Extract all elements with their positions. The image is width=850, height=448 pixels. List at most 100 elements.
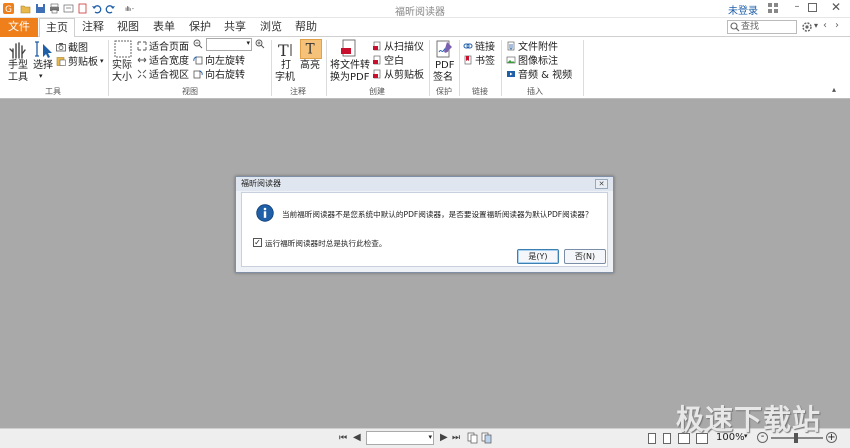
tab-protect[interactable]: 保护 bbox=[184, 18, 216, 37]
fit-page-icon bbox=[137, 41, 147, 50]
new-doc-icon[interactable] bbox=[77, 3, 88, 14]
page-dropdown-icon[interactable]: ▾ bbox=[428, 433, 432, 441]
always-check-checkbox[interactable]: ✓ bbox=[253, 238, 262, 247]
dialog-close-button[interactable]: ✕ bbox=[595, 179, 608, 189]
nav-right-icon[interactable]: › bbox=[835, 20, 839, 31]
bookmark-button[interactable]: 书签 bbox=[463, 53, 495, 67]
yes-button[interactable]: 是(Y) bbox=[517, 249, 559, 264]
save-icon[interactable] bbox=[35, 3, 46, 14]
single-page-icon[interactable] bbox=[648, 433, 656, 444]
from-clipboard-button[interactable]: 从剪贴板 bbox=[372, 67, 424, 81]
no-button[interactable]: 否(N) bbox=[564, 249, 606, 264]
redo-icon[interactable] bbox=[105, 3, 116, 14]
fit-width-icon bbox=[137, 57, 147, 62]
actual-size-icon[interactable] bbox=[112, 39, 134, 59]
blank-page-icon bbox=[373, 55, 381, 64]
convert-to-pdf-label[interactable]: 将文件转 bbox=[330, 60, 370, 72]
pdf-sign-icon[interactable] bbox=[433, 39, 455, 59]
tab-file[interactable]: 文件 bbox=[0, 18, 38, 37]
search-input[interactable]: 查找 bbox=[741, 21, 759, 33]
fit-width-button[interactable]: 适合宽度 bbox=[137, 53, 189, 67]
highlight-icon[interactable]: T bbox=[300, 39, 322, 59]
chevron-down-icon[interactable]: ▾ bbox=[814, 21, 818, 30]
link-icon bbox=[463, 43, 473, 48]
fit-page-label: 适合页面 bbox=[149, 42, 189, 53]
screenshot-button[interactable]: 截图 bbox=[56, 40, 88, 54]
group-label-protect: 保护 bbox=[436, 87, 452, 96]
typewriter-icon[interactable]: T bbox=[275, 40, 297, 60]
always-check-label[interactable]: 运行福昕阅读器时总是执行此检查。 bbox=[265, 238, 387, 249]
group-label-create: 创建 bbox=[369, 87, 385, 96]
fit-visible-button[interactable]: 适合视区 bbox=[137, 67, 189, 81]
link-button[interactable]: 链接 bbox=[463, 39, 495, 53]
pdf-sign-label[interactable]: PDF bbox=[435, 60, 454, 72]
tab-browse[interactable]: 浏览 bbox=[255, 18, 287, 37]
typewriter-label-2[interactable]: 字机 bbox=[275, 72, 295, 84]
continuous-page-icon[interactable] bbox=[663, 433, 671, 444]
tab-home[interactable]: 主页 bbox=[39, 18, 75, 38]
audio-video-button[interactable]: 音频 & 视频 bbox=[506, 67, 572, 81]
tab-comment[interactable]: 注释 bbox=[77, 18, 109, 37]
zoom-in-button[interactable]: + bbox=[826, 432, 837, 443]
zoom-select[interactable]: ▾ bbox=[206, 38, 252, 51]
zoom-in-icon[interactable] bbox=[255, 39, 265, 49]
select-dropdown-icon[interactable]: ▾ bbox=[39, 70, 43, 82]
from-scanner-button[interactable]: 从扫描仪 bbox=[372, 39, 424, 53]
tab-share[interactable]: 共享 bbox=[219, 18, 251, 37]
undo-icon[interactable] bbox=[91, 3, 102, 14]
first-page-icon[interactable]: ⏮ bbox=[339, 433, 347, 443]
hand-dropdown-icon[interactable] bbox=[121, 3, 137, 14]
clipboard-icon bbox=[56, 56, 66, 66]
page-number-input[interactable]: ▾ bbox=[366, 431, 434, 445]
image-annotation-button[interactable]: 图像标注 bbox=[506, 53, 558, 67]
search-box[interactable]: 查找 bbox=[727, 20, 797, 34]
highlight-label[interactable]: 高亮 bbox=[300, 60, 320, 72]
ribbon-collapse-icon[interactable]: ▴ bbox=[832, 85, 836, 94]
hand-tool-label-2[interactable]: 工具 bbox=[8, 72, 28, 84]
tab-help[interactable]: 帮助 bbox=[290, 18, 322, 37]
maximize-button[interactable] bbox=[808, 3, 817, 12]
clipboard-dropdown-icon[interactable]: ▾ bbox=[100, 57, 104, 65]
fit-page-button[interactable]: 适合页面 bbox=[137, 39, 189, 53]
hand-tool-icon[interactable] bbox=[7, 40, 29, 60]
rotate-right-label: 向右旋转 bbox=[205, 70, 245, 81]
prev-page-icon[interactable]: ◀ bbox=[353, 432, 361, 443]
actual-size-label[interactable]: 实际 bbox=[112, 60, 132, 72]
nav-left-icon[interactable]: ‹ bbox=[823, 20, 827, 31]
layout-icon[interactable] bbox=[768, 3, 778, 13]
fit-visible-label: 适合视区 bbox=[149, 70, 189, 81]
convert-to-pdf-label-2[interactable]: 换为PDF bbox=[330, 72, 369, 84]
minimize-button[interactable]: – bbox=[790, 1, 804, 15]
blank-button[interactable]: 空白 bbox=[372, 53, 404, 67]
settings-icon[interactable] bbox=[801, 21, 813, 33]
rotate-right-button[interactable]: 向右旋转 bbox=[193, 67, 245, 81]
title-bar: G 福昕阅读器 未登录 – ✕ bbox=[0, 0, 850, 18]
next-page-icon[interactable]: ▶ bbox=[440, 432, 448, 443]
clipboard-button[interactable]: 剪贴板 ▾ bbox=[56, 54, 104, 68]
last-page-icon[interactable]: ⏭ bbox=[452, 433, 460, 443]
file-attachment-button[interactable]: 文件附件 bbox=[506, 39, 558, 53]
hand-tool-label[interactable]: 手型 bbox=[8, 60, 28, 72]
close-button[interactable]: ✕ bbox=[829, 0, 843, 14]
typewriter-label[interactable]: 打 bbox=[281, 60, 291, 72]
view-single-icon[interactable] bbox=[467, 432, 478, 444]
paste-icon bbox=[373, 69, 381, 78]
pdf-sign-label-2[interactable]: 签名 bbox=[433, 72, 453, 84]
link-label: 链接 bbox=[475, 42, 495, 53]
print-icon[interactable] bbox=[49, 3, 60, 14]
tab-view[interactable]: 视图 bbox=[111, 18, 145, 37]
convert-to-pdf-icon[interactable] bbox=[338, 39, 360, 59]
open-icon[interactable] bbox=[20, 3, 31, 14]
app-logo-icon: G bbox=[3, 3, 14, 14]
rotate-left-button[interactable]: 向左旋转 bbox=[193, 53, 245, 67]
zoom-dropdown-icon[interactable]: ▾ bbox=[246, 39, 250, 47]
zoom-out-icon[interactable] bbox=[193, 39, 203, 49]
page-setup-icon[interactable] bbox=[63, 3, 74, 14]
actual-size-label-2[interactable]: 大小 bbox=[112, 72, 132, 84]
group-separator bbox=[326, 40, 327, 96]
select-tool-label[interactable]: 选择 bbox=[33, 60, 53, 72]
tab-form[interactable]: 表单 bbox=[148, 18, 180, 37]
view-continuous-icon[interactable] bbox=[481, 432, 492, 444]
login-status[interactable]: 未登录 bbox=[728, 2, 758, 17]
select-tool-icon[interactable] bbox=[34, 40, 56, 60]
